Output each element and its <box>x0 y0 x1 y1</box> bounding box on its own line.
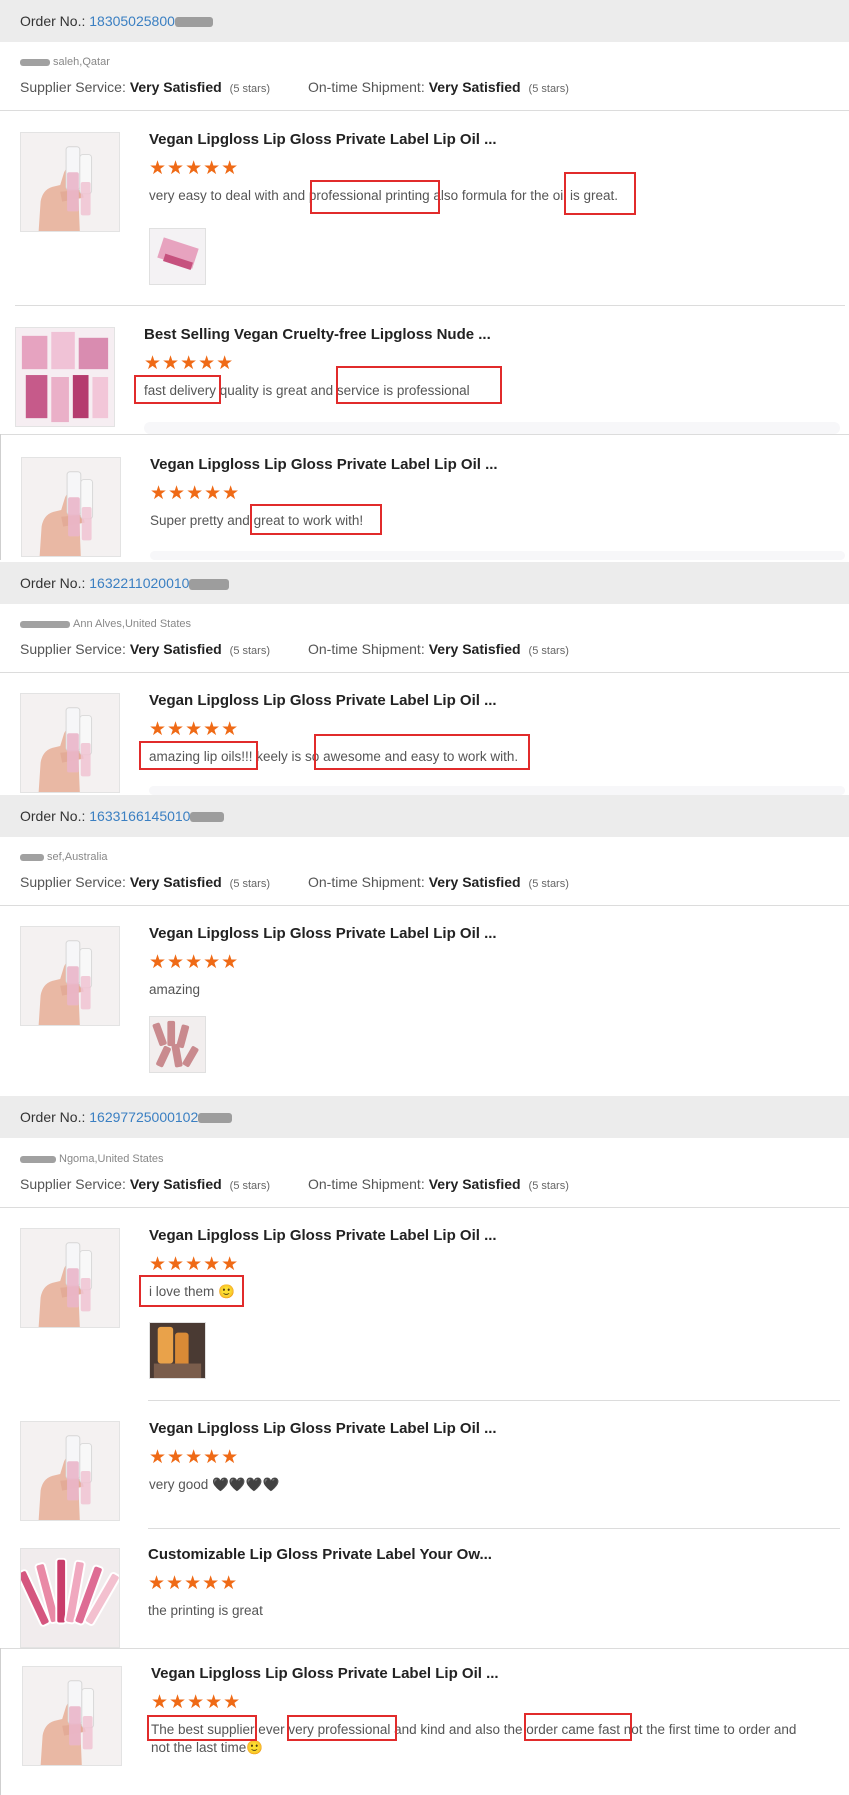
star-rating: ★★★★★ <box>144 353 235 374</box>
star-rating: ★★★★★ <box>149 158 240 179</box>
star-rating: ★★★★★ <box>149 1447 240 1468</box>
highlight-box <box>564 172 636 215</box>
buyer-info: Ngoma,United States <box>20 1153 164 1165</box>
buyer-location: sef,Australia <box>47 851 108 863</box>
blurred-text <box>190 812 225 823</box>
star-rating: ★★★★★ <box>148 1573 239 1594</box>
review-photo[interactable] <box>149 228 206 285</box>
review-photo[interactable] <box>149 1016 206 1073</box>
order-number[interactable]: 18305025800 <box>89 13 175 29</box>
product-title[interactable]: Vegan Lipgloss Lip Gloss Private Label L… <box>149 925 497 942</box>
blurred-text <box>189 578 230 590</box>
product-title[interactable]: Vegan Lipgloss Lip Gloss Private Label L… <box>149 692 497 709</box>
review-comment: amazing <box>149 982 201 997</box>
blurred-name <box>20 620 70 628</box>
highlight-box <box>134 375 221 404</box>
star-rating: ★★★★★ <box>149 952 240 973</box>
order-ratings: Supplier Service: Very Satisfied (5 stars)… <box>20 79 569 95</box>
product-title[interactable]: Vegan Lipgloss Lip Gloss Private Label L… <box>150 456 498 473</box>
highlight-box <box>524 1713 632 1741</box>
reply-area <box>149 786 845 795</box>
highlight-box <box>139 741 258 770</box>
product-title[interactable]: Vegan Lipgloss Lip Gloss Private Label L… <box>149 1420 497 1437</box>
order-number-label: Order No.: 18305025800 <box>20 13 213 29</box>
product-thumbnail[interactable] <box>20 1228 120 1328</box>
order-header: Order No.: 1633166145010 <box>0 795 849 837</box>
product-thumbnail[interactable] <box>22 1666 122 1766</box>
buyer-info: sef,Australia <box>20 851 108 863</box>
star-rating: ★★★★★ <box>149 1254 240 1275</box>
product-thumbnail[interactable] <box>20 926 120 1026</box>
product-thumbnail[interactable] <box>20 132 120 232</box>
product-thumbnail[interactable] <box>20 1548 120 1648</box>
order-number-label: Order No.: 1633166145010 <box>20 808 225 824</box>
order-ratings: Supplier Service: Very Satisfied (5 stars)… <box>20 1176 569 1192</box>
star-rating: ★★★★★ <box>151 1692 242 1713</box>
product-title[interactable]: Vegan Lipgloss Lip Gloss Private Label L… <box>149 131 497 148</box>
highlight-box <box>139 1275 244 1307</box>
order-header: Order No.: 1632211020010 <box>0 562 849 604</box>
buyer-info: saleh,Qatar <box>20 56 110 68</box>
order-header: Order No.: 18305025800 <box>0 0 849 42</box>
highlight-box <box>336 366 502 404</box>
buyer-location: saleh,Qatar <box>53 56 110 68</box>
highlight-box <box>287 1715 397 1741</box>
buyer-info: Ann Alves,United States <box>20 618 191 630</box>
reply-area <box>144 422 840 434</box>
order-number[interactable]: 1632211020010 <box>89 575 189 591</box>
buyer-location: Ann Alves,United States <box>73 618 192 630</box>
star-rating: ★★★★★ <box>149 719 240 740</box>
highlight-box <box>310 180 440 214</box>
product-title[interactable]: Vegan Lipgloss Lip Gloss Private Label L… <box>151 1665 499 1682</box>
review-photo[interactable] <box>149 1322 206 1379</box>
product-thumbnail[interactable] <box>20 693 120 793</box>
order-header: Order No.: 16297725000102 <box>0 1096 849 1138</box>
blurred-name <box>20 1155 56 1163</box>
blurred-text <box>198 1113 233 1124</box>
product-thumbnail[interactable] <box>15 327 115 427</box>
review-comment: the printing is great <box>148 1603 263 1618</box>
buyer-location: Ngoma,United States <box>59 1153 164 1165</box>
highlight-box <box>147 1715 257 1741</box>
order-number-label: Order No.: 16297725000102 <box>20 1109 233 1125</box>
reviews-page: Order No.: 18305025800 saleh,Qatar Suppl… <box>0 0 849 1795</box>
blurred-name <box>20 853 44 861</box>
product-title[interactable]: Vegan Lipgloss Lip Gloss Private Label L… <box>149 1227 497 1244</box>
highlight-box <box>250 504 382 535</box>
order-number[interactable]: 16297725000102 <box>89 1109 198 1125</box>
product-thumbnail[interactable] <box>20 1421 120 1521</box>
order-number[interactable]: 1633166145010 <box>89 808 190 824</box>
highlight-box <box>314 734 530 770</box>
order-ratings: Supplier Service: Very Satisfied (5 stars)… <box>20 874 569 890</box>
order-number-label: Order No.: 1632211020010 <box>20 575 230 591</box>
blurred-name <box>20 58 50 66</box>
product-thumbnail[interactable] <box>21 457 121 557</box>
star-rating: ★★★★★ <box>150 483 241 504</box>
blurred-text <box>174 17 213 28</box>
product-title[interactable]: Customizable Lip Gloss Private Label You… <box>148 1546 492 1563</box>
product-title[interactable]: Best Selling Vegan Cruelty-free Lipgloss… <box>144 326 491 343</box>
order-ratings: Supplier Service: Very Satisfied (5 stars)… <box>20 641 569 657</box>
review-comment: very good 🖤🖤🖤🖤 <box>149 1477 280 1492</box>
reply-area <box>150 551 845 560</box>
